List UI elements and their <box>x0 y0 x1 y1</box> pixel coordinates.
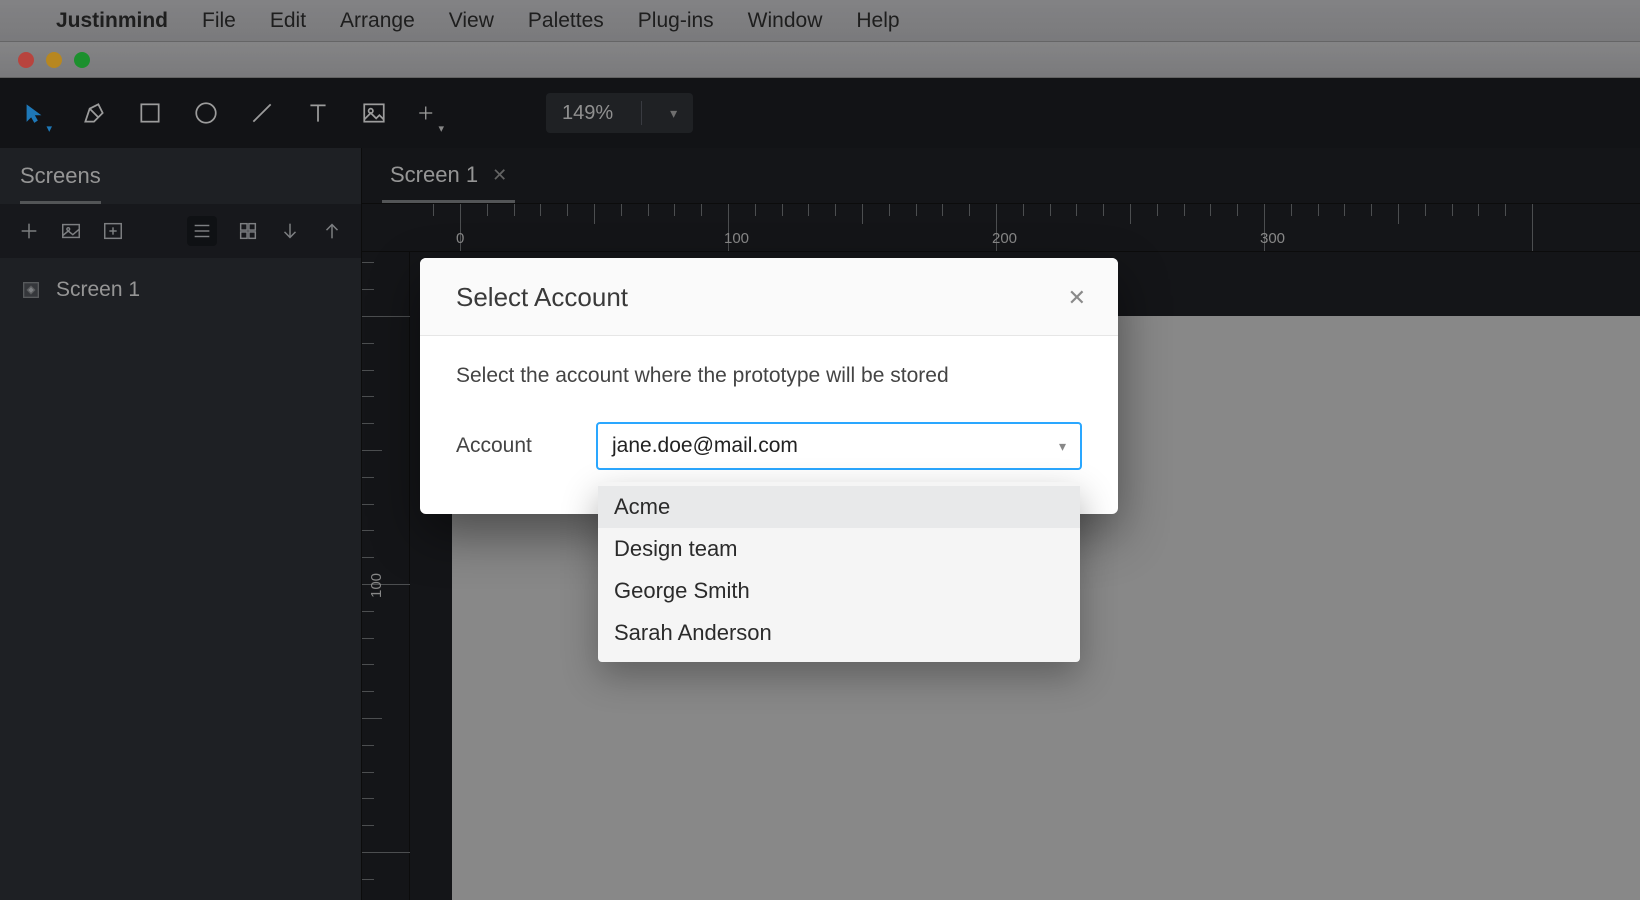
ellipse-tool-icon[interactable] <box>192 99 220 127</box>
text-tool-icon[interactable] <box>304 99 332 127</box>
menu-file[interactable]: File <box>202 9 236 33</box>
close-icon[interactable]: ✕ <box>1068 285 1086 311</box>
account-option[interactable]: George Smith <box>598 570 1080 612</box>
screens-panel-toolbar <box>0 204 361 258</box>
sort-up-icon[interactable] <box>321 220 343 242</box>
ruler-mark: 100 <box>724 230 749 247</box>
account-option[interactable]: Acme <box>598 486 1080 528</box>
image-tool-icon[interactable] <box>360 99 388 127</box>
menu-plugins[interactable]: Plug-ins <box>638 9 714 33</box>
menu-help[interactable]: Help <box>856 9 899 33</box>
ruler-horizontal: 0 100 200 300 <box>362 204 1640 252</box>
ruler-vertical: 100 <box>362 252 410 900</box>
account-select-value: jane.doe@mail.com <box>612 434 798 458</box>
ruler-mark: 0 <box>456 230 464 247</box>
account-option[interactable]: Sarah Anderson <box>598 612 1080 654</box>
dialog-subtitle: Select the account where the prototype w… <box>456 364 1082 388</box>
app-toolbar: ▾ ▾ 149% ▾ <box>0 78 1640 148</box>
pen-tool-icon[interactable] <box>80 99 108 127</box>
account-option[interactable]: Design team <box>598 528 1080 570</box>
list-view-icon[interactable] <box>187 216 217 246</box>
editor-tab-label: Screen 1 <box>390 162 478 188</box>
window-minimize-icon[interactable] <box>46 52 62 68</box>
macos-menubar[interactable]: Justinmind File Edit Arrange View Palett… <box>0 0 1640 42</box>
chevron-down-icon: ▾ <box>1059 438 1066 455</box>
menu-palettes[interactable]: Palettes <box>528 9 604 33</box>
select-tool-icon[interactable]: ▾ <box>24 99 52 127</box>
window-zoom-icon[interactable] <box>74 52 90 68</box>
zoom-value: 149% <box>562 102 613 125</box>
chevron-down-icon: ▾ <box>438 122 444 135</box>
screens-panel: Screens Screen 1 <box>0 148 362 900</box>
add-tool-icon[interactable]: ▾ <box>416 99 444 127</box>
add-screen-icon[interactable] <box>18 220 40 242</box>
ruler-mark: 300 <box>1260 230 1285 247</box>
chevron-down-icon: ▾ <box>670 105 677 122</box>
menu-view[interactable]: View <box>449 9 494 33</box>
add-from-template-icon[interactable] <box>102 220 124 242</box>
screen-icon <box>20 279 42 301</box>
select-account-dialog: Select Account ✕ Select the account wher… <box>420 258 1118 514</box>
dialog-title: Select Account <box>456 282 628 313</box>
menu-edit[interactable]: Edit <box>270 9 306 33</box>
screen-item-label: Screen 1 <box>56 278 140 302</box>
grid-view-icon[interactable] <box>237 220 259 242</box>
window-close-icon[interactable] <box>18 52 34 68</box>
close-tab-icon[interactable]: ✕ <box>492 165 507 186</box>
screens-list: Screen 1 <box>0 258 361 900</box>
ruler-mark: 200 <box>992 230 1017 247</box>
account-dropdown-panel: Acme Design team George Smith Sarah Ande… <box>598 482 1080 662</box>
zoom-selector[interactable]: 149% ▾ <box>546 93 693 133</box>
ruler-mark: 100 <box>368 573 385 598</box>
screens-panel-tabs: Screens <box>0 148 361 204</box>
line-tool-icon[interactable] <box>248 99 276 127</box>
menu-window[interactable]: Window <box>748 9 823 33</box>
window-chrome <box>0 42 1640 78</box>
screen-list-item[interactable]: Screen 1 <box>0 268 361 312</box>
rectangle-tool-icon[interactable] <box>136 99 164 127</box>
chevron-down-icon: ▾ <box>46 122 52 135</box>
account-field-label: Account <box>456 434 550 458</box>
editor-tab[interactable]: Screen 1 ✕ <box>382 162 515 203</box>
screens-tab[interactable]: Screens <box>20 163 101 204</box>
menu-arrange[interactable]: Arrange <box>340 9 415 33</box>
app-name[interactable]: Justinmind <box>56 9 168 33</box>
divider <box>641 101 642 125</box>
account-select[interactable]: jane.doe@mail.com ▾ <box>596 422 1082 470</box>
sort-down-icon[interactable] <box>279 220 301 242</box>
image-icon[interactable] <box>60 220 82 242</box>
editor-tab-bar: Screen 1 ✕ <box>362 148 1640 204</box>
